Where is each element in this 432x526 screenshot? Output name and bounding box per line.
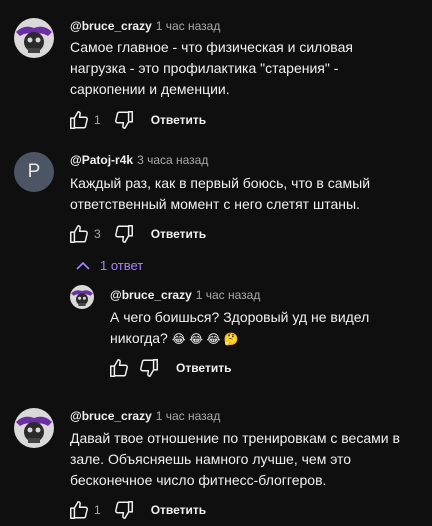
emoji-icons: 😂 😂 😂 🤔 <box>171 332 239 346</box>
comment-text: Самое главное - что физическая и силовая… <box>70 39 353 97</box>
author-name[interactable]: @bruce_crazy <box>110 288 192 302</box>
timestamp[interactable]: 1 час назад <box>196 288 261 302</box>
reply-button[interactable]: Ответить <box>151 113 206 127</box>
replies-count-label: 1 ответ <box>100 258 144 273</box>
reply-text: А чего боишься? Здоровый уд не видел ник… <box>110 307 380 350</box>
comment-actions: 3 Ответить <box>68 223 206 245</box>
like-count: 3 <box>94 227 101 241</box>
like-count: 1 <box>94 113 101 127</box>
timestamp[interactable]: 3 часа назад <box>137 153 208 167</box>
dislike-icon[interactable] <box>113 109 135 131</box>
comment-text: Каждый раз, как в первый боюсь, что в са… <box>70 175 371 212</box>
avatar[interactable] <box>70 285 94 309</box>
comment-actions: 1 Ответить <box>68 499 206 521</box>
like-icon[interactable] <box>68 499 90 521</box>
like-icon[interactable] <box>108 357 130 379</box>
replies-toggle[interactable]: 1 ответ <box>76 258 143 273</box>
skull-bat-avatar-icon <box>14 18 54 58</box>
dislike-icon[interactable] <box>113 223 135 245</box>
dislike-icon[interactable] <box>138 357 160 379</box>
comment-text: Давай твое отношение по тренировкам с ве… <box>70 430 400 488</box>
skull-bat-avatar-icon <box>14 408 54 448</box>
like-icon[interactable] <box>68 109 90 131</box>
dislike-icon[interactable] <box>113 499 135 521</box>
avatar[interactable] <box>14 408 54 448</box>
reply-button[interactable]: Ответить <box>176 361 231 375</box>
reply-body: А чего боишься? Здоровый уд не видел ник… <box>110 309 370 346</box>
timestamp[interactable]: 1 час назад <box>156 19 221 33</box>
author-name[interactable]: @Patoj-r4k <box>70 153 133 167</box>
avatar[interactable]: P <box>14 152 54 192</box>
like-icon[interactable] <box>68 223 90 245</box>
skull-bat-avatar-icon <box>70 285 94 309</box>
reply-button[interactable]: Ответить <box>151 227 206 241</box>
author-name[interactable]: @bruce_crazy <box>70 409 152 423</box>
comment-actions: Ответить <box>108 357 231 379</box>
avatar-letter: P <box>27 161 41 182</box>
chevron-up-icon <box>76 261 90 270</box>
avatar[interactable] <box>14 18 54 58</box>
like-count: 1 <box>94 503 101 517</box>
author-name[interactable]: @bruce_crazy <box>70 19 152 33</box>
reply-button[interactable]: Ответить <box>151 503 206 517</box>
comment-actions: 1 Ответить <box>68 109 206 131</box>
timestamp[interactable]: 1 час назад <box>156 409 221 423</box>
